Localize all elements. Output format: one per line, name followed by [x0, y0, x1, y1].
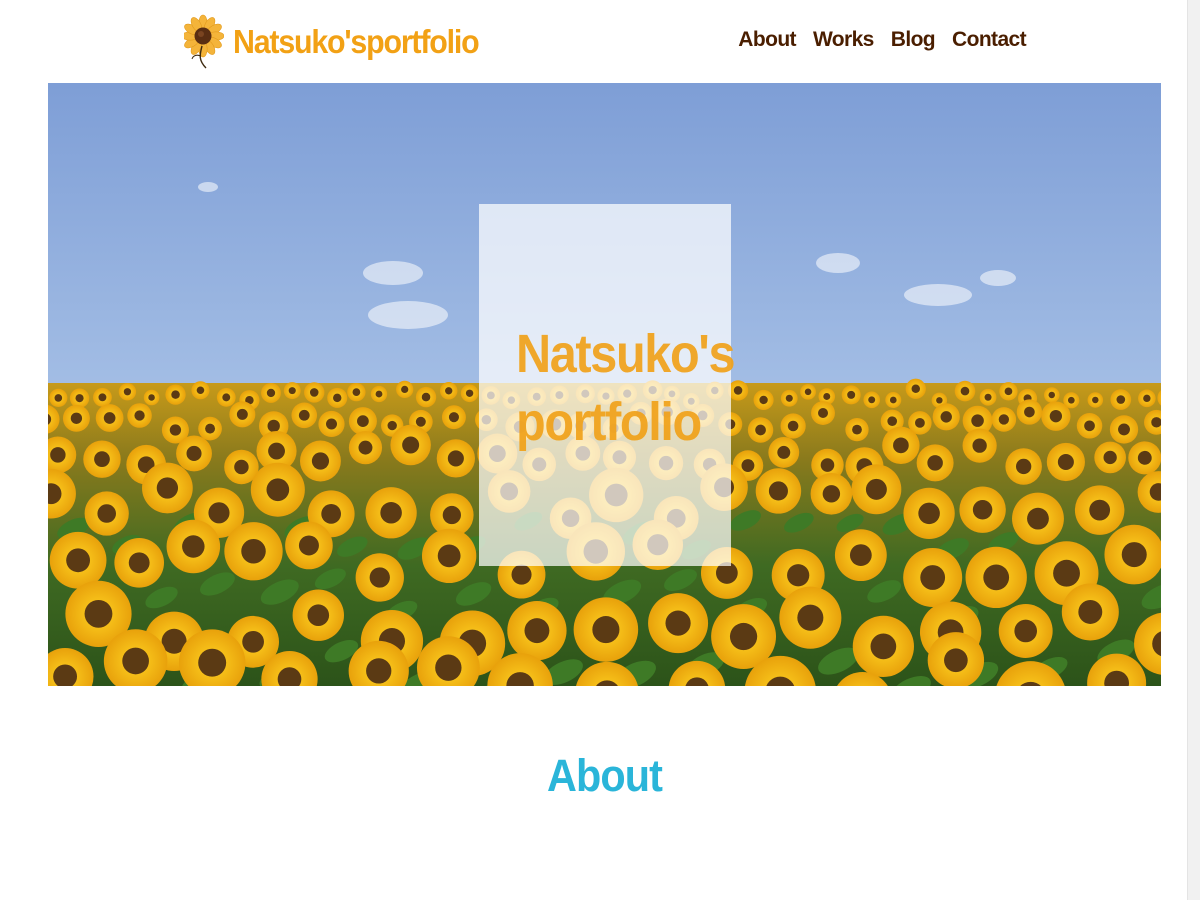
sunflower — [229, 401, 256, 428]
hero-title-card: Natsuko's portfolio — [479, 204, 736, 566]
sunflower — [747, 417, 774, 443]
sunflower — [1094, 441, 1126, 474]
sunflower — [69, 388, 90, 408]
sunflower — [905, 378, 926, 399]
sunflower — [62, 404, 90, 432]
sunflower — [800, 383, 816, 400]
sunflower — [261, 383, 281, 403]
sunflower — [841, 385, 861, 405]
sunflower — [118, 383, 137, 401]
nav-link-works[interactable]: Works — [813, 26, 874, 54]
sunflower — [176, 435, 212, 472]
sunflower — [882, 426, 920, 465]
sunflower — [127, 403, 152, 428]
sunflower — [460, 384, 479, 403]
sunflower — [1138, 389, 1156, 408]
site-logo-text: Natsuko'sportfolio — [233, 22, 480, 60]
sunflower — [93, 387, 112, 407]
hero-section: Natsuko's portfolio — [48, 83, 1161, 686]
sunflower — [780, 413, 806, 439]
sunflower — [441, 405, 466, 430]
hero-title-line1: Natsuko's — [516, 324, 736, 384]
sunflower — [1110, 389, 1132, 410]
about-heading-text: About — [546, 750, 663, 801]
sunflower — [863, 391, 880, 409]
sunflower-icon — [184, 14, 224, 69]
sunflower — [845, 417, 869, 442]
sunflower — [348, 407, 377, 436]
sunflower — [1046, 442, 1085, 482]
hero-title: Natsuko's portfolio — [516, 320, 736, 456]
site-logo-link[interactable]: Natsuko'sportfolio — [184, 10, 500, 72]
sunflower — [932, 403, 960, 431]
sunflower — [1044, 387, 1060, 403]
sunflower — [979, 388, 997, 406]
sunflower — [1128, 441, 1161, 475]
sunflower — [999, 382, 1018, 401]
sunflower — [348, 431, 383, 465]
sunflower — [304, 382, 325, 403]
main-nav: About Works Blog Contact — [738, 26, 1026, 54]
sunflower — [143, 389, 160, 406]
sunflower — [396, 380, 414, 399]
sunflower — [191, 381, 210, 400]
sunflower — [780, 389, 798, 407]
sunflower — [1016, 399, 1043, 425]
sunflower — [768, 436, 800, 468]
sunflower — [83, 440, 121, 478]
sunflower — [347, 382, 366, 402]
sunflower — [327, 387, 348, 408]
sunflower — [318, 410, 345, 438]
sunflower — [1087, 392, 1104, 408]
sunflower — [991, 407, 1017, 432]
sunflower — [390, 424, 431, 466]
sunflower — [49, 388, 68, 407]
sunflower — [1109, 415, 1139, 444]
about-heading: About — [0, 748, 1200, 804]
nav-link-blog[interactable]: Blog — [891, 26, 936, 54]
sunflower — [291, 402, 318, 429]
nav-link-contact[interactable]: Contact — [952, 26, 1027, 54]
sunflower — [165, 384, 186, 405]
sunflower — [1041, 401, 1071, 431]
sunflower — [216, 387, 236, 407]
sunflower — [283, 382, 301, 400]
sunflower — [811, 401, 835, 425]
sunflower — [439, 382, 458, 400]
sunflower — [954, 380, 976, 402]
sunflower — [916, 444, 954, 482]
sunflower — [436, 439, 475, 478]
site-header: Natsuko'sportfolio About Works Blog Cont… — [0, 0, 1200, 82]
sunflower — [299, 440, 341, 482]
sunflower — [95, 404, 124, 432]
sunflower — [753, 389, 774, 410]
sunflower — [962, 428, 997, 463]
sunflower — [885, 391, 902, 408]
sunflower — [1076, 413, 1103, 439]
sunflower — [370, 385, 388, 403]
hero-title-line2: portfolio — [516, 392, 702, 452]
nav-link-about[interactable]: About — [738, 26, 796, 54]
sunflower — [1005, 448, 1042, 485]
sunflower — [198, 416, 222, 441]
sunflower — [415, 386, 437, 408]
